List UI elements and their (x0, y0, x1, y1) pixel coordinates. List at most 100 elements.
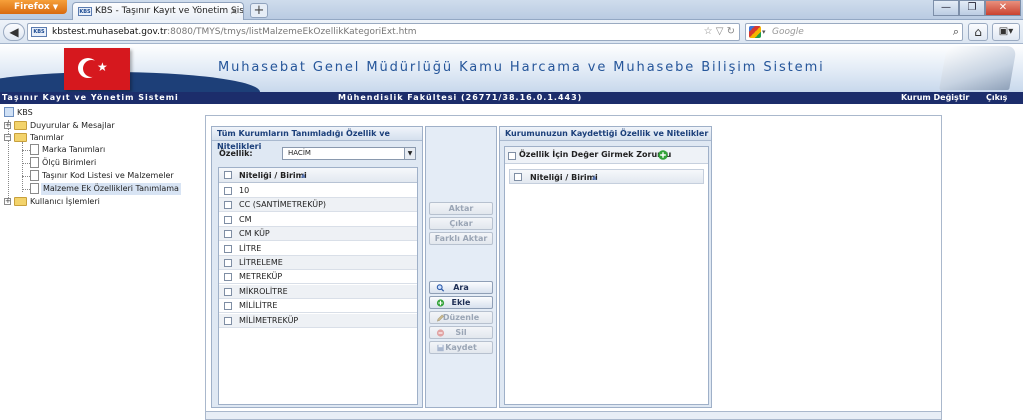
row-checkbox[interactable] (224, 287, 232, 296)
duzenle-button[interactable]: Düzenle (429, 311, 493, 324)
tree-item-tanimlar[interactable]: − Tanımlar (4, 132, 204, 144)
sort-asc-icon[interactable]: ▲ (301, 168, 306, 183)
ozellik-label: Özellik: (219, 149, 253, 158)
main-footer-strip (205, 412, 942, 420)
row-label: METREKÜP (239, 272, 283, 282)
select-all-checkbox[interactable] (224, 171, 232, 179)
logout-link[interactable]: Çıkış (986, 92, 1007, 104)
aktar-button[interactable]: Aktar (429, 202, 493, 215)
row-checkbox[interactable] (224, 230, 232, 239)
maximize-button[interactable]: ❐ (959, 0, 985, 16)
table-row[interactable]: CC (SANTİMETREKÜP) (219, 198, 417, 213)
table-row[interactable]: CM (219, 213, 417, 227)
kbs-site-icon: KBS (31, 27, 47, 37)
add-icon[interactable] (658, 150, 668, 160)
banner-title: Muhasebat Genel Müdürlüğü Kamu Harcama v… (218, 60, 825, 75)
row-checkbox[interactable] (224, 215, 232, 224)
chevron-down-icon: ▼ (52, 3, 59, 11)
search-engine-dropdown-icon[interactable]: ▾ (762, 24, 766, 40)
table-row[interactable]: LİTRE (219, 242, 417, 256)
minimize-button[interactable]: — (933, 0, 959, 16)
table-row[interactable]: 10 (219, 184, 417, 198)
select-all-checkbox[interactable] (514, 173, 522, 181)
system-name: Taşınır Kayıt ve Yönetim Sistemi (2, 93, 179, 102)
right-grid: Özellik İçin Değer Girmek Zorunlu Niteli… (504, 146, 709, 405)
tab-title: KBS - Taşınır Kayıt ve Yönetim Sistemi (95, 6, 244, 16)
collapse-icon[interactable]: − (4, 134, 11, 141)
expand-icon[interactable]: + (4, 122, 11, 129)
row-checkbox[interactable] (224, 244, 232, 253)
row-checkbox[interactable] (224, 273, 232, 282)
kaydet-button-label: Kaydet (445, 343, 477, 352)
row-label: CM KÜP (239, 229, 270, 239)
main-content: Tüm Kurumların Tanımladığı Özellik ve Ni… (205, 115, 942, 412)
search-icon[interactable]: ⌕ (953, 24, 959, 40)
row-label: MİLİLİTRE (239, 301, 278, 311)
sil-button-label: Sil (455, 328, 467, 337)
folder-open-icon (14, 133, 27, 142)
table-row[interactable]: CM KÜP (219, 227, 417, 242)
right-grid-header: Niteliği / Birimi ▲ (509, 169, 704, 184)
row-checkbox[interactable] (224, 316, 232, 325)
bookmark-star-reload-icons[interactable]: ☆ ▽ ↻ (704, 24, 735, 40)
tree-root-label: KBS (17, 108, 33, 117)
row-label: CM (239, 214, 252, 224)
search-bar[interactable]: ▾ Google ⌕ (745, 23, 963, 41)
firefox-menu-button[interactable]: Firefox ▼ (0, 0, 67, 14)
column-header-label[interactable]: Niteliği / Birimi (530, 170, 598, 185)
close-window-button[interactable]: ✕ (985, 0, 1021, 16)
right-panel-title: Kurumunuzun Kaydettiği Özellik ve Niteli… (500, 127, 711, 141)
tree-item-kullanici[interactable]: + Kullanıcı İşlemleri (4, 196, 204, 208)
table-row[interactable]: MİKROLİTRE (219, 284, 417, 299)
tree-label: Taşınır Kod Listesi ve Malzemeler (42, 171, 174, 180)
expand-icon[interactable]: + (4, 198, 11, 205)
turkish-flag-icon: ★ (64, 48, 130, 90)
tools-menu-button[interactable]: ▣▾ (992, 23, 1020, 41)
tree-item-ek-ozellik[interactable]: Malzeme Ek Özellikleri Tanımlama (30, 183, 200, 195)
change-organization-link[interactable]: Kurum Değiştir (901, 92, 969, 104)
row-checkbox[interactable] (224, 187, 232, 195)
row-label: LİTRELEME (239, 258, 283, 267)
row-checkbox[interactable] (224, 259, 232, 267)
document-icon (30, 170, 39, 181)
mandatory-checkbox[interactable] (508, 152, 516, 160)
tree-label: Kullanıcı İşlemleri (30, 197, 100, 206)
url-bar[interactable]: KBS kbstest.muhasebat.gov.tr:8080/TMYS/t… (27, 23, 740, 41)
kaydet-button[interactable]: Kaydet (429, 341, 493, 354)
folder-icon (14, 197, 27, 206)
sil-button[interactable]: Sil (429, 326, 493, 339)
tree-item-duyurular[interactable]: + Duyurular & Mesajlar (4, 120, 204, 132)
cikar-button[interactable]: Çıkar (429, 217, 493, 230)
farkli-aktar-button[interactable]: Farklı Aktar (429, 232, 493, 245)
column-header-label[interactable]: Niteliği / Birimi (239, 168, 307, 183)
home-button[interactable]: ⌂ (968, 23, 988, 41)
tree-item-marka[interactable]: Marka Tanımları (30, 144, 200, 156)
back-button[interactable]: ◀ (3, 23, 25, 41)
row-checkbox[interactable] (224, 201, 232, 210)
sort-asc-icon[interactable]: ▲ (592, 170, 597, 185)
table-row[interactable]: METREKÜP (219, 270, 417, 285)
tree-item-olcu[interactable]: Ölçü Birimleri (30, 157, 200, 169)
ara-button[interactable]: Ara (429, 281, 493, 294)
browser-tab[interactable]: KBS KBS - Taşınır Kayıt ve Yönetim Siste… (72, 2, 244, 20)
navigation-bar: ◀ KBS kbstest.muhasebat.gov.tr:8080/TMYS… (0, 20, 1023, 44)
ozellik-select[interactable]: HACİM ▼ (282, 147, 416, 160)
row-label: LİTRE (239, 243, 262, 253)
new-tab-button[interactable]: + (250, 3, 268, 18)
tab-close-icon[interactable]: × (230, 3, 238, 20)
row-label: MİLİMETREKÜP (239, 315, 299, 325)
table-row[interactable]: MİLİMETREKÜP (219, 313, 417, 328)
ekle-button[interactable]: Ekle (429, 296, 493, 309)
unit-name: Mühendislik Fakültesi (26771/38.16.0.1.4… (338, 93, 583, 102)
row-checkbox[interactable] (224, 302, 232, 311)
table-row[interactable]: MİLİLİTRE (219, 299, 417, 314)
left-grid: Niteliği / Birimi ▲ 10 CC (SANTİMETREKÜP)… (218, 167, 418, 405)
search-icon (436, 284, 445, 292)
folder-icon (14, 121, 27, 130)
chevron-down-icon[interactable]: ▼ (404, 148, 415, 159)
tree-item-kod[interactable]: Taşınır Kod Listesi ve Malzemeler (30, 170, 200, 182)
table-row[interactable]: LİTRELEME (219, 256, 417, 270)
ekle-button-label: Ekle (451, 298, 471, 307)
search-placeholder: Google (772, 27, 804, 37)
row-label: MİKROLİTRE (239, 286, 288, 296)
